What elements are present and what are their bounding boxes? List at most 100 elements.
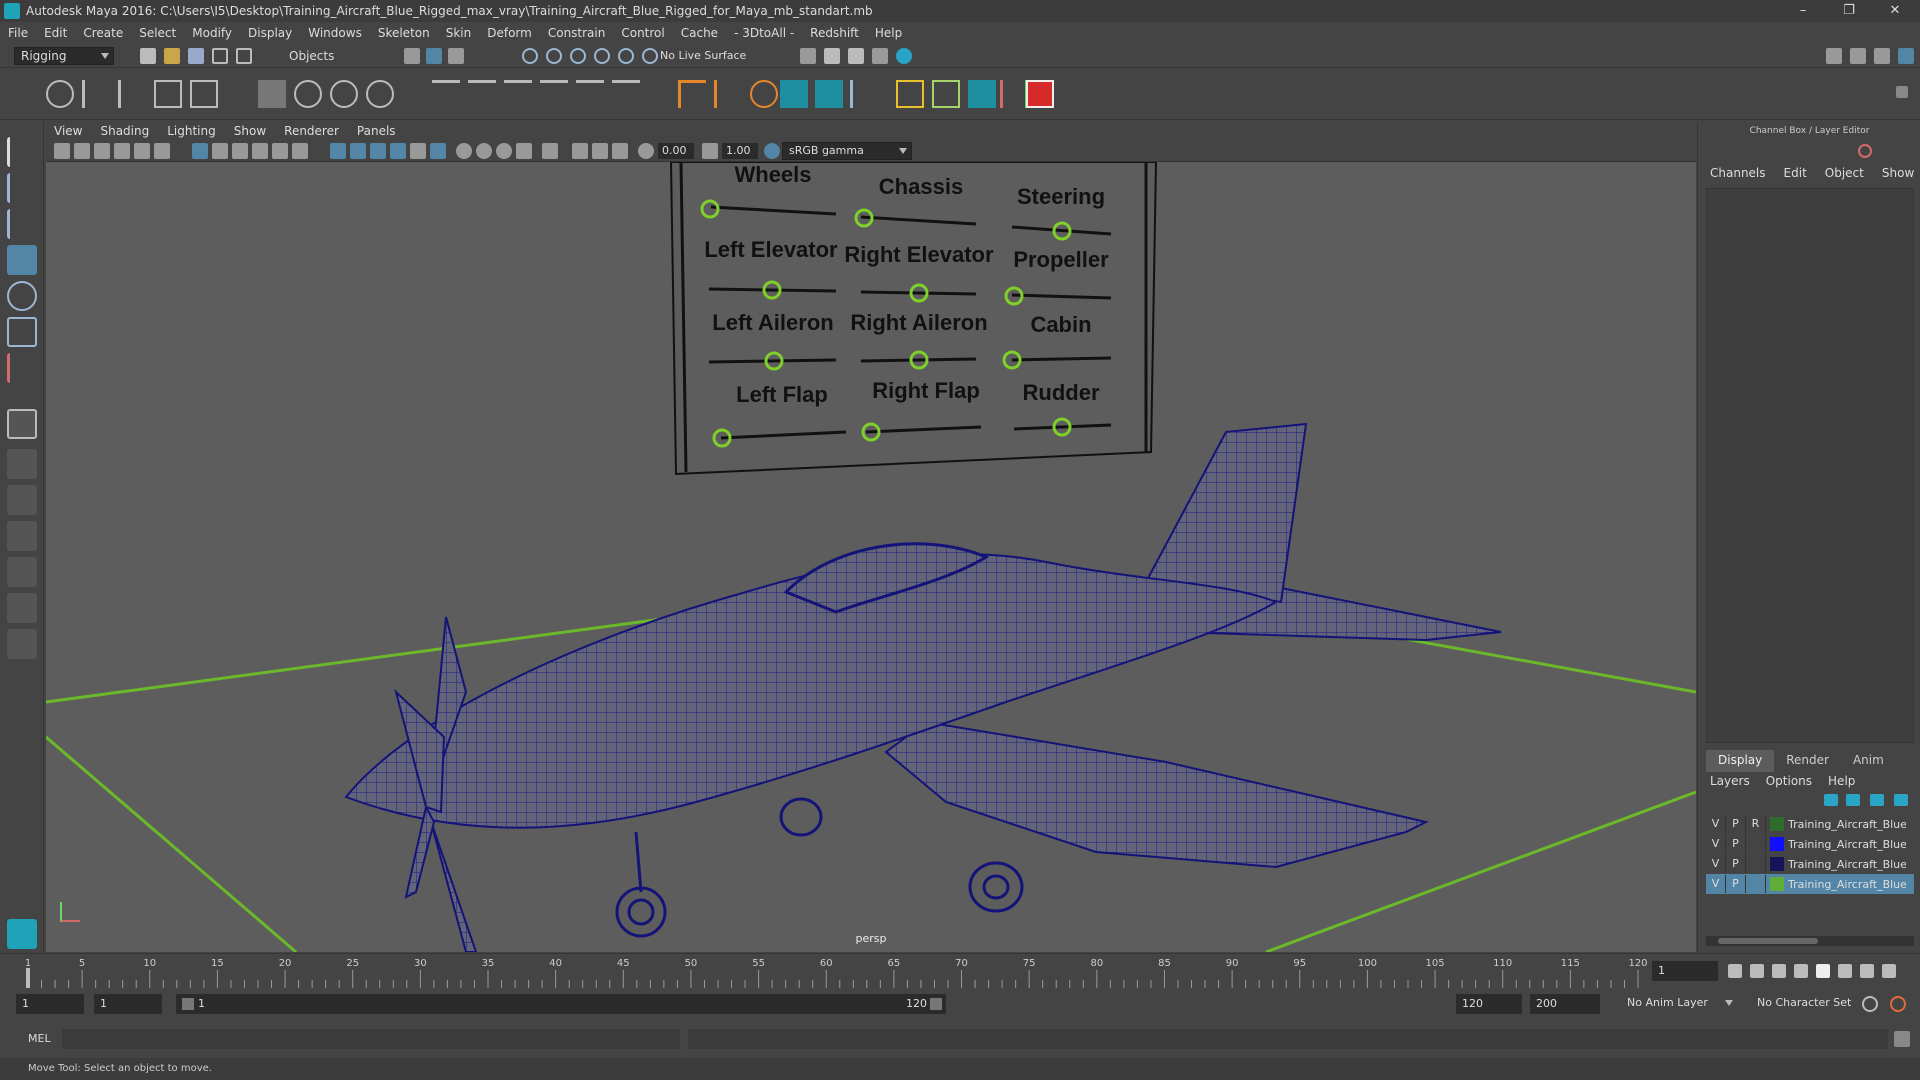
- snap-view-plane-icon[interactable]: [594, 48, 610, 64]
- layer-playback-toggle[interactable]: P: [1726, 875, 1746, 893]
- camera-attributes-icon[interactable]: [74, 143, 90, 159]
- modeling-toolkit-toggle-icon[interactable]: [1874, 48, 1890, 64]
- make-live-icon[interactable]: [642, 48, 658, 64]
- select-component-icon[interactable]: [448, 48, 464, 64]
- undo-icon[interactable]: [212, 48, 228, 64]
- select-tool-icon[interactable]: [7, 137, 37, 167]
- set-driven-key-icon[interactable]: [896, 80, 924, 108]
- ipr-render-icon[interactable]: [848, 48, 864, 64]
- wire-deformer-icon[interactable]: [750, 80, 778, 108]
- range-end-field[interactable]: 120: [1456, 994, 1522, 1014]
- step-forward-key-icon[interactable]: [1860, 964, 1874, 978]
- wrap-deformer-icon[interactable]: [815, 80, 843, 108]
- layer-playback-toggle[interactable]: P: [1726, 815, 1746, 833]
- menu-control[interactable]: Control: [621, 26, 664, 40]
- humanik-icon[interactable]: [190, 80, 218, 108]
- range-slider-end-handle[interactable]: [930, 998, 942, 1010]
- connection-editor-icon[interactable]: [932, 80, 960, 108]
- render-current-icon[interactable]: [824, 48, 840, 64]
- image-plane-icon[interactable]: [114, 143, 130, 159]
- menu-select[interactable]: Select: [139, 26, 176, 40]
- play-forwards-icon[interactable]: [1816, 964, 1830, 978]
- select-hierarchy-icon[interactable]: [404, 48, 420, 64]
- tab-anim[interactable]: Anim: [1841, 750, 1896, 772]
- menu-help[interactable]: Help: [875, 26, 902, 40]
- channel-box-settings-icon[interactable]: [1858, 144, 1872, 158]
- scale-tool-icon[interactable]: [7, 317, 37, 347]
- cb-menu-edit[interactable]: Edit: [1784, 166, 1807, 180]
- grid-toggle-icon[interactable]: [192, 143, 208, 159]
- menu-windows[interactable]: Windows: [308, 26, 362, 40]
- menu-skeleton[interactable]: Skeleton: [378, 26, 430, 40]
- gamma-icon[interactable]: [702, 143, 718, 159]
- move-tool-icon[interactable]: [7, 245, 37, 275]
- play-backwards-icon[interactable]: [1794, 964, 1808, 978]
- animation-preferences-icon[interactable]: [1890, 996, 1906, 1012]
- graph-editor-icon[interactable]: [1026, 80, 1054, 108]
- menu-constrain[interactable]: Constrain: [548, 26, 606, 40]
- render-view-icon[interactable]: [800, 48, 816, 64]
- last-tool-icon[interactable]: [7, 353, 37, 383]
- smooth-shade-icon[interactable]: [350, 143, 366, 159]
- channel-box-area[interactable]: [1706, 188, 1914, 743]
- cb-menu-channels[interactable]: Channels: [1710, 166, 1766, 180]
- minimize-button[interactable]: –: [1780, 0, 1826, 22]
- blendshape-icon[interactable]: [780, 80, 808, 108]
- layer-color-swatch[interactable]: [1770, 857, 1784, 871]
- sculpt-deformer-icon[interactable]: [714, 80, 742, 108]
- layer-visibility-toggle[interactable]: V: [1706, 855, 1726, 873]
- menu-modify[interactable]: Modify: [192, 26, 232, 40]
- two-d-pan-zoom-icon[interactable]: [134, 143, 150, 159]
- xray-active-icon[interactable]: [592, 143, 608, 159]
- menu-display[interactable]: Display: [248, 26, 292, 40]
- four-view-layout-icon[interactable]: [7, 449, 37, 479]
- exposure-icon[interactable]: [638, 143, 654, 159]
- exposure-field[interactable]: 0.00: [658, 143, 694, 159]
- snap-point-icon[interactable]: [570, 48, 586, 64]
- tool-settings-toggle-icon[interactable]: [1850, 48, 1866, 64]
- panel-menu-renderer[interactable]: Renderer: [284, 124, 339, 138]
- lattice-icon[interactable]: [330, 80, 358, 108]
- scrollbar-thumb[interactable]: [1718, 938, 1818, 944]
- layer-row[interactable]: V P Training_Aircraft_Blue_: [1706, 854, 1914, 874]
- wireframe-on-shaded-icon[interactable]: [370, 143, 386, 159]
- layer-playback-toggle[interactable]: P: [1726, 835, 1746, 853]
- time-ruler[interactable]: 1 5 10 15 20 25 30 35 40 45 50 55 60 65 …: [26, 954, 1666, 990]
- field-chart-icon[interactable]: [272, 143, 288, 159]
- layer-list-scrollbar[interactable]: [1706, 936, 1914, 946]
- textured-icon[interactable]: [390, 143, 406, 159]
- range-slider[interactable]: 1 120: [176, 994, 946, 1014]
- layer-visibility-toggle[interactable]: V: [1706, 815, 1726, 833]
- aircraft-wireframe[interactable]: [344, 422, 1502, 952]
- depth-of-field-icon[interactable]: [516, 143, 532, 159]
- shadows-icon[interactable]: [430, 143, 446, 159]
- selection-mode-dropdown[interactable]: Objects: [282, 47, 378, 65]
- gamma-field[interactable]: 1.00: [722, 143, 758, 159]
- shelf-scroll-icon[interactable]: [1896, 86, 1908, 98]
- xray-joints-icon[interactable]: [612, 143, 628, 159]
- channel-box-toggle-icon[interactable]: [1898, 48, 1914, 64]
- orient-constraint-icon[interactable]: [504, 80, 532, 108]
- menu-cache[interactable]: Cache: [681, 26, 718, 40]
- scale-constraint-icon[interactable]: [540, 80, 568, 108]
- layer-visibility-toggle[interactable]: V: [1706, 875, 1726, 893]
- attribute-editor-toggle-icon[interactable]: [1826, 48, 1842, 64]
- time-slider[interactable]: 1 5 10 15 20 25 30 35 40 45 50 55 60 65 …: [0, 953, 1920, 989]
- screen-space-ao-icon[interactable]: [456, 143, 472, 159]
- panel-menu-lighting[interactable]: Lighting: [167, 124, 216, 138]
- paint-weights-icon[interactable]: [294, 80, 322, 108]
- character-set-dropdown[interactable]: No Character Set: [1750, 994, 1862, 1014]
- layer-color-swatch[interactable]: [1770, 837, 1784, 851]
- persp-hypershade-layout-icon[interactable]: [7, 557, 37, 587]
- resolution-gate-icon[interactable]: [232, 143, 248, 159]
- snap-live-icon[interactable]: [618, 48, 634, 64]
- wireframe-icon[interactable]: [330, 143, 346, 159]
- maximize-button[interactable]: ❐: [1826, 0, 1872, 22]
- paint-select-tool-icon[interactable]: [7, 209, 37, 239]
- cb-menu-show[interactable]: Show: [1882, 166, 1914, 180]
- open-scene-icon[interactable]: [164, 48, 180, 64]
- save-scene-icon[interactable]: [188, 48, 204, 64]
- layer-display-type-toggle[interactable]: [1746, 835, 1766, 853]
- single-layout-icon[interactable]: [7, 409, 37, 439]
- parent-constraint-icon[interactable]: [576, 80, 604, 108]
